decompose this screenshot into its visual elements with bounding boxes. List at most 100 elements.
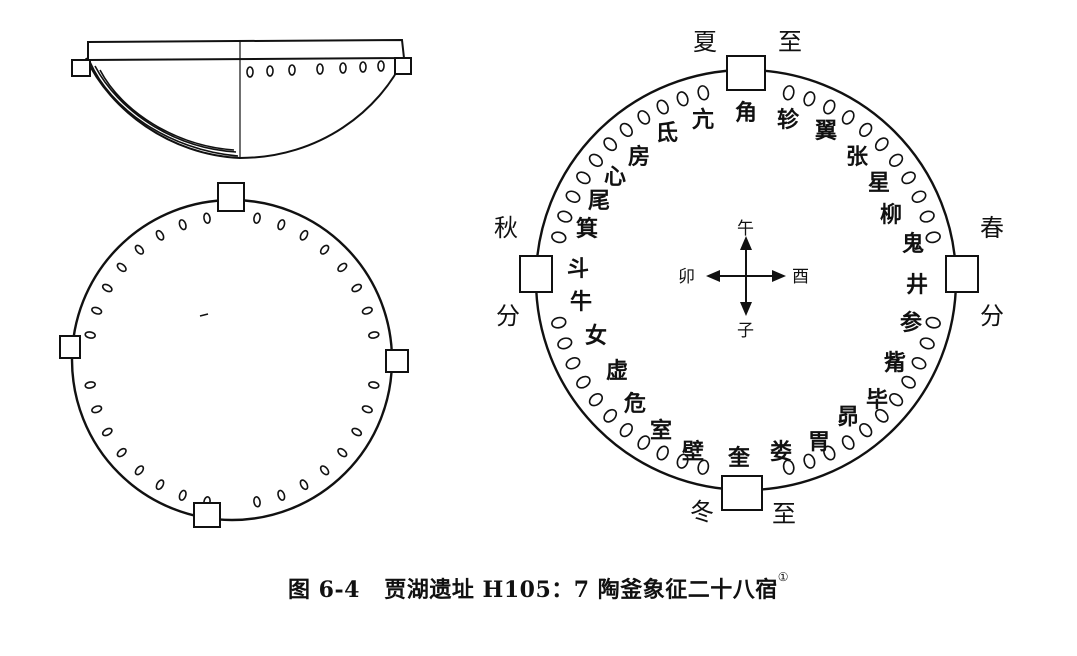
- mansion-hole: [859, 122, 873, 137]
- top-view-hole: [253, 496, 261, 508]
- top-view-hole: [337, 262, 348, 273]
- mansion-label: 昴: [837, 404, 859, 430]
- caption-prefix: 图 6-4: [288, 577, 360, 603]
- top-view: [59, 182, 409, 528]
- top-view-hole: [101, 427, 113, 437]
- mansion-label: 觜: [884, 350, 906, 376]
- top-view-hole: [361, 405, 373, 414]
- mansion-hole: [925, 231, 941, 244]
- bowl-rim-outline: [87, 38, 406, 62]
- handle-bottom: [721, 475, 763, 511]
- top-view-hole: [299, 479, 309, 491]
- season-autumn-2: 分: [496, 302, 520, 330]
- mansion-hole: [911, 357, 927, 370]
- top-handle-bottom: [193, 502, 221, 528]
- compass-north: 午: [737, 219, 754, 239]
- top-view-hole: [351, 283, 363, 293]
- season-winter-1: 冬: [690, 498, 714, 526]
- top-view-hole: [253, 212, 261, 224]
- mansion-label: 虚: [606, 358, 628, 384]
- mansion-hole: [859, 423, 873, 438]
- top-handle-top: [217, 182, 245, 212]
- mansion-hole: [603, 137, 618, 152]
- caption-text: 贾湖遗址 H105：7 陶釜象征二十八宿: [384, 577, 778, 603]
- top-view-hole: [155, 229, 165, 241]
- season-summer-1: 夏: [693, 28, 717, 56]
- mansion-hole: [576, 375, 591, 389]
- top-view-hole: [134, 244, 145, 255]
- bowl-hole-row: [246, 60, 385, 78]
- bowl-handle-right: [394, 57, 412, 75]
- top-view-hole: [178, 219, 187, 231]
- top-view-hole: [361, 306, 373, 315]
- mansion-hole: [576, 171, 591, 185]
- mansion-diagram: 夏 至 冬 至 春 分 秋 分 午 子 卯 酉 亢 角 轸 翼 张 星 柳 鬼 …: [494, 28, 1004, 528]
- mansion-hole: [557, 210, 573, 223]
- top-view-hole: [319, 244, 330, 255]
- season-spring-2: 分: [980, 302, 1004, 330]
- mansion-label: 鬼: [902, 231, 924, 257]
- compass-south: 子: [737, 321, 754, 341]
- mansion-hole: [803, 453, 816, 469]
- mansion-hole: [782, 85, 795, 101]
- mansion-label: 危: [624, 391, 646, 417]
- top-view-hole: [299, 229, 309, 241]
- caption-footnote: ①: [777, 570, 789, 584]
- top-view-hole: [319, 465, 330, 476]
- mansion-hole: [841, 435, 855, 450]
- mansion-label: 房: [628, 144, 650, 170]
- mansion-hole: [656, 445, 669, 461]
- mansion-hole: [803, 91, 816, 107]
- top-view-hole: [116, 262, 127, 273]
- mansion-label: 柳: [880, 202, 902, 228]
- mansion-hole: [676, 91, 689, 107]
- compass-east: 酉: [792, 267, 809, 287]
- season-winter-2: 至: [772, 500, 796, 528]
- mansion-label: 星: [868, 170, 890, 196]
- mansion-hole: [565, 357, 581, 370]
- mansion-hole: [603, 408, 618, 423]
- mansion-label: 参: [900, 310, 922, 336]
- handle-left: [519, 255, 553, 293]
- mansion-hole: [637, 110, 651, 125]
- mansion-label: 箕: [576, 216, 598, 242]
- mansion-hole: [551, 316, 567, 329]
- mansion-hole: [874, 137, 889, 152]
- mansion-label: 娄: [770, 439, 792, 465]
- mansion-hole: [889, 393, 904, 407]
- mansion-label: 女: [585, 323, 607, 349]
- bowl-hatched-wall: [89, 61, 239, 157]
- mansion-hole: [823, 99, 836, 115]
- top-view-hole: [116, 447, 127, 458]
- top-view-hole: [91, 306, 103, 315]
- top-view-hole: [178, 489, 187, 501]
- top-handle-left: [59, 335, 81, 359]
- mansion-hole: [557, 337, 573, 350]
- mansion-hole: [919, 210, 935, 223]
- mansion-label: 胃: [808, 429, 830, 455]
- mansion-hole: [901, 171, 916, 185]
- compass: 午 子 卯 酉: [678, 219, 809, 341]
- mansion-label: 毕: [866, 387, 888, 413]
- season-autumn-1: 秋: [494, 214, 518, 242]
- mansion-label: 角: [735, 100, 757, 126]
- bowl-body-outline: [85, 57, 405, 160]
- mansion-label: 轸: [777, 107, 800, 133]
- top-view-mark: [199, 313, 209, 317]
- top-view-hole: [277, 219, 286, 231]
- top-view-hole: [101, 283, 113, 293]
- mansion-hole: [656, 99, 669, 115]
- mansion-hole: [889, 153, 904, 167]
- mansion-hole: [925, 316, 941, 329]
- compass-west: 卯: [678, 267, 695, 287]
- top-view-hole: [368, 381, 380, 389]
- mansion-label: 翼: [815, 118, 837, 144]
- top-view-hole: [351, 427, 363, 437]
- mansion-hole: [619, 122, 633, 137]
- top-view-hole: [337, 447, 348, 458]
- arrowhead-left: [706, 270, 720, 282]
- top-view-hole: [84, 381, 96, 389]
- mansion-label: 张: [846, 144, 869, 170]
- mansion-label: 尾: [588, 188, 610, 214]
- mansion-label: 壁: [682, 439, 704, 465]
